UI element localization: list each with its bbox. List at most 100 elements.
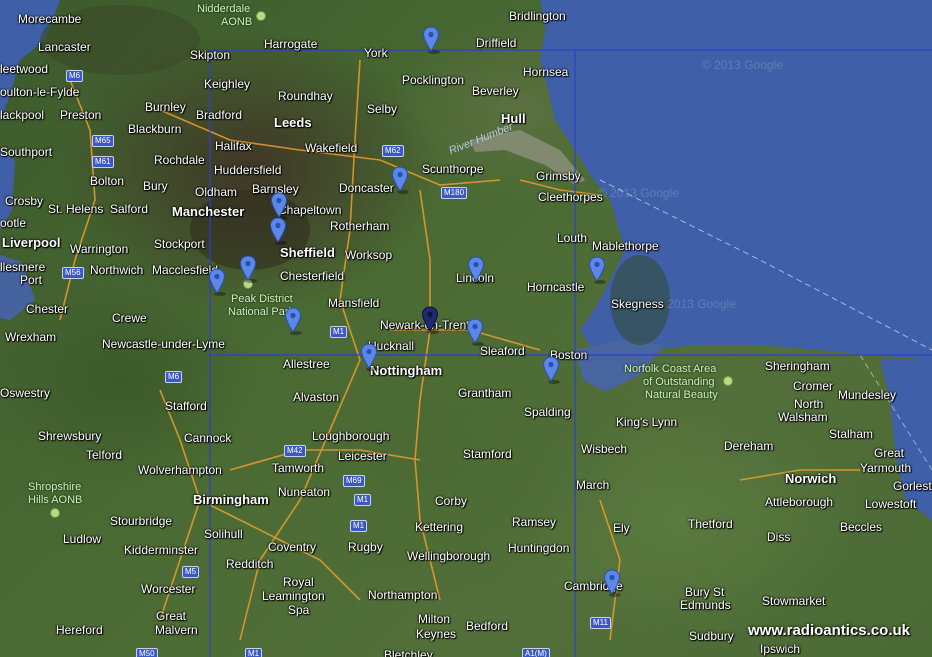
road-shield: M62: [382, 145, 404, 157]
place-label: Sleaford: [480, 344, 525, 358]
place-label: Cannock: [184, 431, 232, 445]
map-pin-icon: [239, 255, 257, 283]
watermark: © 2013 Google: [655, 297, 736, 311]
place-label: Bridlington: [509, 9, 566, 23]
area-label: Natural Beauty: [645, 389, 718, 401]
place-label: Stockport: [154, 237, 205, 251]
place-label: Edmunds: [680, 598, 731, 612]
place-label: Yarmouth: [860, 461, 912, 475]
area-label: Hills AONB: [28, 494, 83, 506]
place-label: Spalding: [524, 405, 571, 419]
pin-buxton[interactable]: [239, 255, 257, 283]
area-label: AONB: [221, 16, 253, 28]
site-credit: www.radioantics.co.uk: [748, 622, 910, 639]
pin-driffield[interactable]: [422, 26, 440, 54]
road-shield: M1: [245, 648, 263, 657]
place-label: Redditch: [226, 557, 274, 571]
place-label: Crewe: [112, 311, 147, 325]
place-label: Alvaston: [293, 390, 340, 404]
place-label: Great: [874, 446, 905, 460]
place-label: Stalham: [829, 427, 874, 441]
park-icon: [256, 11, 266, 21]
place-label: Ipswich: [760, 642, 801, 656]
road-shield: M1: [350, 520, 368, 532]
map-pin-icon: [270, 192, 288, 220]
place-label: Corby: [435, 494, 468, 508]
place-label: Liverpool: [2, 235, 61, 250]
place-label: Huntingdon: [508, 541, 570, 555]
road-shield: M42: [284, 445, 306, 457]
place-label: St. Helens: [48, 202, 104, 216]
place-label: Preston: [60, 108, 102, 122]
place-label: Lowestoft: [865, 497, 917, 511]
pin-macclesfield[interactable]: [208, 268, 226, 296]
map-view[interactable]: © 2013 Google © 2013 Google © 2013 Googl…: [0, 0, 932, 657]
pin-matlock[interactable]: [284, 307, 302, 335]
pin-newark[interactable]: [421, 306, 439, 334]
place-label: Nuneaton: [278, 485, 331, 499]
place-label: Sheringham: [765, 359, 830, 373]
place-label: Allestree: [283, 357, 330, 371]
pin-sleaford[interactable]: [466, 318, 484, 346]
place-label: Wolverhampton: [138, 463, 222, 477]
place-label: Skegness: [611, 297, 664, 311]
pin-boston[interactable]: [542, 356, 560, 384]
map-pin-icon: [466, 318, 484, 346]
place-label: Mablethorpe: [592, 239, 659, 253]
road-shield: M69: [343, 475, 365, 487]
road-shield: M1: [354, 494, 372, 506]
place-label: Newcastle-under-Lyme: [102, 337, 225, 351]
place-label: Northwich: [90, 263, 144, 277]
place-label: Ely: [613, 521, 630, 535]
place-label: Sheffield: [280, 245, 335, 260]
place-label: Warrington: [70, 242, 129, 256]
area-label: Norfolk Coast Area: [624, 363, 717, 375]
pin-penistone[interactable]: [270, 192, 288, 220]
place-label: oulton-le-Fylde: [0, 85, 80, 99]
place-label: Beverley: [472, 84, 519, 98]
place-label: Spa: [288, 603, 310, 617]
place-label: lackpool: [0, 108, 45, 122]
pin-lincoln[interactable]: [467, 256, 485, 284]
place-label: Hereford: [56, 623, 103, 637]
place-label: Chester: [26, 302, 69, 316]
place-label: Keighley: [204, 77, 251, 91]
place-label: Louth: [557, 231, 588, 245]
place-label: Huddersfield: [214, 163, 282, 177]
road-shield: M61: [92, 156, 114, 168]
place-label: Royal: [283, 575, 314, 589]
place-label: Horncastle: [527, 280, 585, 294]
place-label: Grantham: [458, 386, 512, 400]
place-label: Leamington: [262, 589, 325, 603]
place-label: Attleborough: [765, 495, 834, 509]
place-label: Leeds: [274, 115, 312, 130]
pin-cambridge[interactable]: [603, 569, 621, 597]
map-pin-icon: [603, 569, 621, 597]
pin-mablethorpe[interactable]: [588, 256, 606, 284]
place-label: Manchester: [172, 204, 245, 219]
place-label: Lancaster: [38, 40, 91, 54]
place-label: Norwich: [785, 471, 837, 486]
park-icon: [723, 376, 733, 386]
place-label: Great: [156, 609, 187, 623]
pin-doncaster[interactable]: [391, 166, 409, 194]
place-label: Beccles: [840, 520, 883, 534]
place-label: Leicester: [338, 449, 387, 463]
place-label: Stafford: [165, 399, 207, 413]
place-label: Shrewsbury: [38, 429, 102, 443]
place-label: Nottingham: [370, 363, 443, 378]
place-label: North: [794, 397, 824, 411]
place-label: Dereham: [724, 439, 774, 453]
pin-hucknall[interactable]: [360, 343, 378, 371]
place-label: Bedford: [466, 619, 509, 633]
place-label: Sudbury: [689, 629, 734, 643]
place-label: Selby: [367, 102, 398, 116]
place-label: Driffield: [476, 36, 517, 50]
place-label: Mundesley: [838, 388, 897, 402]
area-label: Shropshire: [28, 481, 82, 493]
pin-stocksbridge[interactable]: [269, 217, 287, 245]
place-label: Gorlesto: [893, 479, 932, 493]
place-label: Roundhay: [278, 89, 333, 103]
map-pin-icon: [208, 268, 226, 296]
map-pin-icon: [360, 343, 378, 371]
